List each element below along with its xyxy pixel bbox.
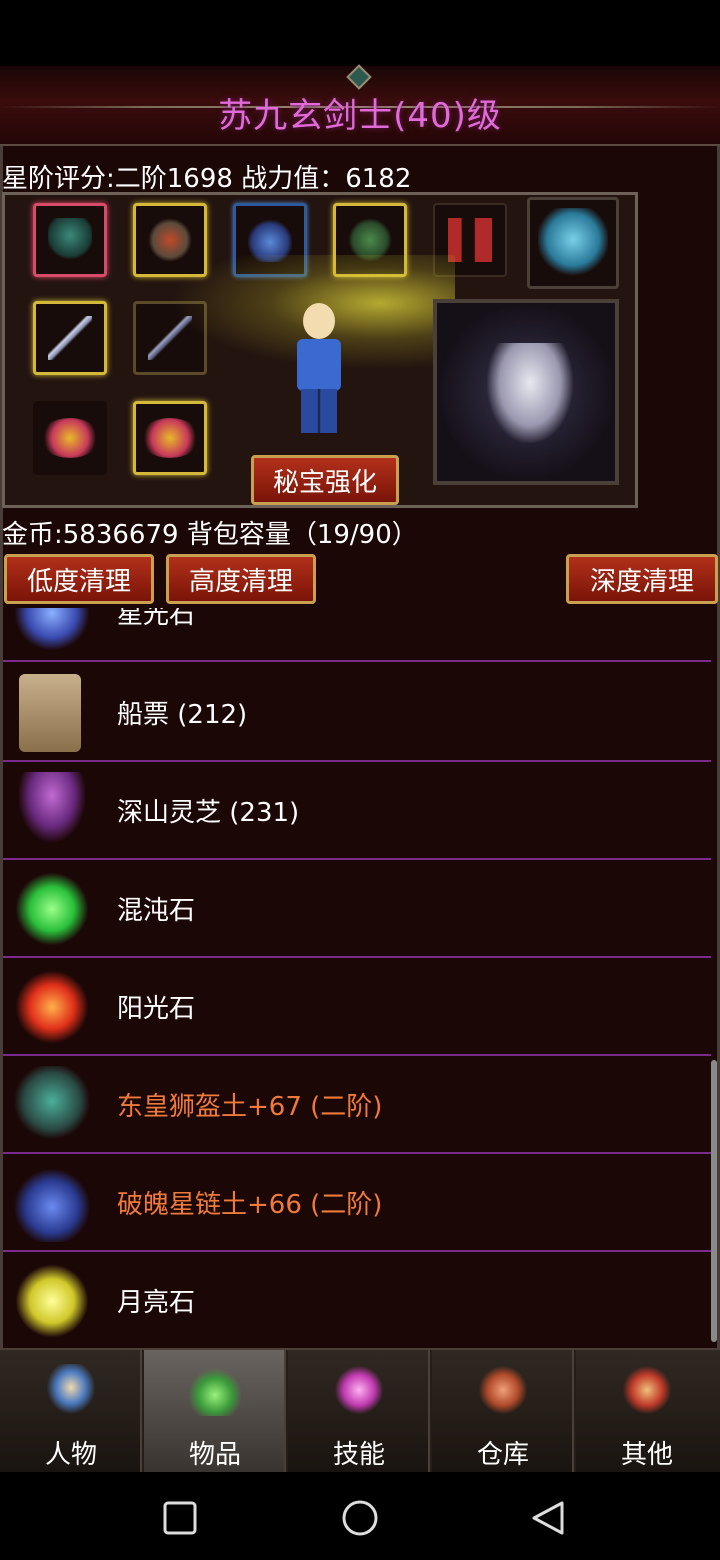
- sword-icon: [48, 316, 92, 360]
- tab-other[interactable]: 其他: [576, 1350, 720, 1472]
- tab-label: 仓库: [476, 1440, 529, 1470]
- ring-icon: [140, 418, 200, 458]
- tab-character[interactable]: 人物: [0, 1350, 142, 1472]
- tab-warehouse[interactable]: 仓库: [432, 1350, 574, 1472]
- tab-label: 技能: [332, 1440, 385, 1470]
- pet-display-frame[interactable]: [433, 299, 619, 485]
- inventory-list[interactable]: 星光石 船票 (212) 深山灵芝 (231) 混沌石 阳光石 东皇狮盔土+67…: [3, 608, 711, 1348]
- tab-skills[interactable]: 技能: [288, 1350, 430, 1472]
- sunlight-stone-icon: [13, 968, 91, 1046]
- list-item[interactable]: 深山灵芝 (231): [3, 762, 711, 860]
- recents-icon[interactable]: [160, 1498, 200, 1538]
- back-icon[interactable]: [528, 1498, 568, 1538]
- lion-helmet-icon: [13, 1066, 91, 1144]
- list-item[interactable]: 东皇狮盔土+67 (二阶): [3, 1056, 711, 1154]
- star-light-stone-icon: [13, 608, 91, 652]
- ring-slot-right[interactable]: [133, 401, 207, 475]
- item-name: 月亮石: [117, 1288, 196, 1318]
- star-rating-text: 星阶评分:二阶1698 战力值：6182: [2, 164, 412, 194]
- item-name: 船票 (212): [117, 700, 248, 730]
- blue-beast-icon: [538, 208, 608, 278]
- ring-icon: [40, 418, 100, 458]
- character-legs: [301, 389, 337, 433]
- other-icon: [621, 1364, 673, 1416]
- item-name: 混沌石: [117, 896, 196, 926]
- warehouse-icon: [477, 1364, 529, 1416]
- item-name: 星光石: [117, 608, 196, 630]
- tab-label: 人物: [44, 1440, 97, 1470]
- skill-orb-icon: [333, 1364, 385, 1416]
- list-item[interactable]: 月亮石: [3, 1252, 711, 1348]
- system-nav-bar: [0, 1472, 720, 1560]
- ring-slot-left[interactable]: [33, 401, 107, 475]
- tab-label: 其他: [620, 1440, 673, 1470]
- list-item[interactable]: 破魄星链土+66 (二阶): [3, 1154, 711, 1252]
- banner-gem-icon: [346, 64, 372, 90]
- helmet-slot[interactable]: [33, 203, 107, 277]
- moon-stone-icon: [13, 1262, 91, 1340]
- weapon-slot[interactable]: [33, 301, 107, 375]
- status-bar: [0, 0, 720, 66]
- lingzhi-mushroom-icon: [13, 772, 91, 850]
- item-name: 东皇狮盔土+67 (二阶): [117, 1092, 383, 1122]
- list-item[interactable]: 混沌石: [3, 860, 711, 958]
- item-name: 深山灵芝 (231): [117, 798, 300, 828]
- character-body: [297, 339, 341, 391]
- home-icon[interactable]: [340, 1498, 380, 1538]
- deep-clean-button[interactable]: 深度清理: [566, 554, 718, 604]
- character-avatar: [291, 303, 347, 435]
- character-head: [303, 303, 335, 339]
- skeleton-pet-icon: [487, 343, 573, 443]
- ship-ticket-scroll-icon: [19, 674, 81, 752]
- equipment-panel: 秘宝强化: [2, 192, 638, 508]
- mount-slot[interactable]: [527, 197, 619, 289]
- item-name: 破魄星链土+66 (二阶): [117, 1190, 383, 1220]
- high-clean-button[interactable]: 高度清理: [166, 554, 316, 604]
- bottom-nav: 人物 物品 技能 仓库 其他: [0, 1348, 720, 1472]
- tab-items[interactable]: 物品: [144, 1350, 286, 1472]
- list-item[interactable]: 阳光石: [3, 958, 711, 1056]
- character-title: 苏九玄剑士(40)级: [218, 96, 502, 136]
- title-banner: 苏九玄剑士(40)级: [0, 64, 720, 146]
- potion-icon: [189, 1364, 241, 1416]
- inventory-scrollbar[interactable]: [711, 1060, 717, 1342]
- tab-label: 物品: [188, 1440, 241, 1470]
- helmet-icon: [48, 218, 92, 262]
- star-chain-icon: [13, 1164, 91, 1242]
- character-icon: [45, 1364, 97, 1416]
- secret-enhance-button[interactable]: 秘宝强化: [251, 455, 399, 505]
- list-item[interactable]: 船票 (212): [3, 664, 711, 762]
- list-item[interactable]: 星光石: [3, 608, 711, 662]
- low-clean-button[interactable]: 低度清理: [4, 554, 154, 604]
- item-name: 阳光石: [117, 994, 196, 1024]
- gold-and-capacity-text: 金币:5836679 背包容量（19/90）: [2, 520, 418, 550]
- chaos-stone-icon: [13, 870, 91, 948]
